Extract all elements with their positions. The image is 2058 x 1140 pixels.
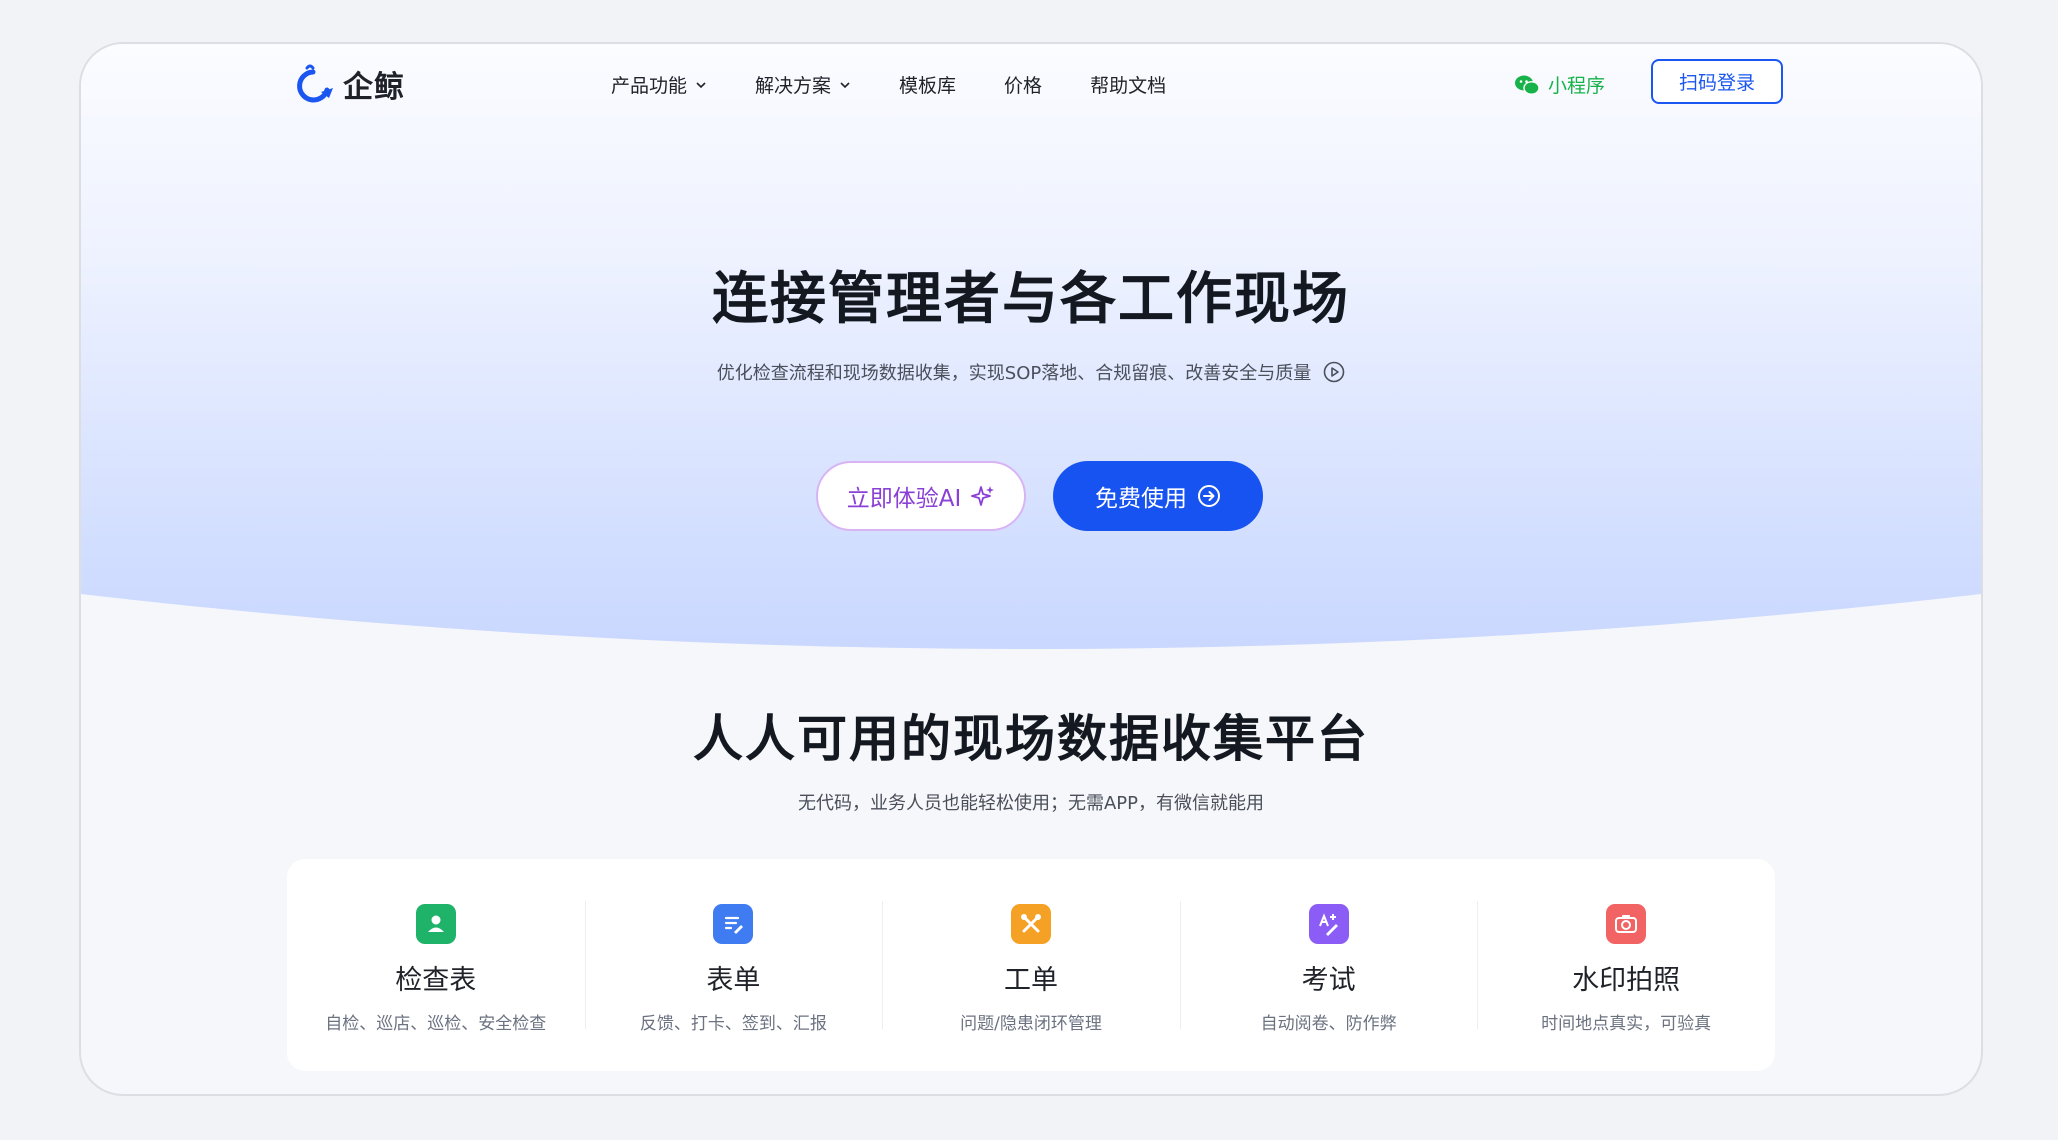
play-circle-icon[interactable]: [1323, 361, 1345, 383]
feature-exam[interactable]: 考试 自动阅卷、防作弊: [1179, 859, 1478, 1071]
hero-subtitle: 优化检查流程和现场数据收集，实现SOP落地、合规留痕、改善安全与质量: [81, 359, 1981, 385]
feature-desc: 反馈、打卡、签到、汇报: [639, 1014, 827, 1034]
feature-desc: 自动阅卷、防作弊: [1260, 1014, 1397, 1034]
brand-name: 企鲸: [343, 70, 405, 105]
try-ai-label: 立即体验AI: [846, 486, 962, 512]
feature-watermark-photo[interactable]: 水印拍照 时间地点真实，可验真: [1477, 859, 1775, 1071]
tools-icon: [1010, 904, 1051, 944]
feature-form[interactable]: 表单 反馈、打卡、签到、汇报: [584, 859, 883, 1071]
nav-item-help-docs[interactable]: 帮助文档: [1090, 71, 1166, 98]
whale-logo-icon: [297, 64, 333, 103]
top-nav: 企鲸 产品功能 解决方案 模板库 价格 帮助文档 小程序 扫码登录: [81, 44, 1981, 128]
feature-work-order[interactable]: 工单 问题/隐患闭环管理: [882, 859, 1180, 1071]
logo[interactable]: 企鲸: [291, 62, 405, 106]
feature-name: 工单: [1003, 965, 1058, 996]
nav-item-label: 模板库: [899, 75, 957, 97]
mini-program-label: 小程序: [1548, 75, 1606, 97]
free-use-label: 免费使用: [1095, 486, 1187, 512]
feature-desc: 问题/隐患闭环管理: [960, 1014, 1102, 1034]
arrow-circle-right-icon: [1198, 485, 1220, 507]
feature-name: 水印拍照: [1572, 965, 1681, 996]
nav-item-solutions[interactable]: 解决方案: [755, 71, 851, 98]
form-edit-icon: [713, 904, 754, 944]
feature-desc: 自检、巡店、巡检、安全检查: [325, 1014, 547, 1034]
hero-subtitle-text: 优化检查流程和现场数据收集，实现SOP落地、合规留痕、改善安全与质量: [716, 363, 1312, 384]
wechat-icon: [1515, 75, 1540, 95]
nav-item-products[interactable]: 产品功能: [611, 71, 707, 98]
nav-menu: 产品功能 解决方案 模板库 价格 帮助文档: [611, 71, 1214, 98]
nav-item-label: 解决方案: [755, 75, 832, 97]
section-title: 人人可用的现场数据收集平台: [693, 710, 1369, 768]
sparkle-icon: [971, 486, 995, 506]
chevron-down-icon: [696, 81, 706, 88]
hero-title: 连接管理者与各工作现场: [712, 267, 1350, 332]
feature-name: 考试: [1301, 965, 1356, 996]
browser-frame: 企鲸 产品功能 解决方案 模板库 价格 帮助文档 小程序 扫码登录 连接管理者与…: [79, 42, 1983, 1096]
nav-item-label: 帮助文档: [1090, 75, 1167, 97]
feature-name: 检查表: [395, 965, 477, 996]
nav-item-pricing[interactable]: 价格: [1004, 71, 1042, 98]
nav-item-label: 产品功能: [611, 75, 688, 97]
nav-item-label: 价格: [1004, 75, 1043, 97]
mini-program-link[interactable]: 小程序: [1514, 71, 1605, 98]
exam-pen-icon: [1308, 904, 1349, 944]
section-subtitle: 无代码，业务人员也能轻松使用；无需APP，有微信就能用: [797, 793, 1265, 814]
free-use-button[interactable]: 免费使用: [1053, 461, 1263, 531]
nav-item-templates[interactable]: 模板库: [899, 71, 956, 98]
checklist-user-icon: [415, 904, 456, 944]
feature-name: 表单: [706, 965, 761, 996]
camera-icon: [1606, 904, 1647, 944]
chevron-down-icon: [840, 81, 850, 88]
feature-desc: 时间地点真实，可验真: [1541, 1014, 1712, 1034]
feature-card: 检查表 自检、巡店、巡检、安全检查 表单 反馈、打卡、签到、汇报 工单 问题/隐…: [287, 859, 1775, 1071]
scan-login-button[interactable]: 扫码登录: [1651, 59, 1783, 104]
try-ai-button[interactable]: 立即体验AI: [816, 461, 1026, 531]
hero-curve: [81, 594, 1981, 664]
feature-checklist[interactable]: 检查表 自检、巡店、巡检、安全检查: [287, 859, 585, 1071]
